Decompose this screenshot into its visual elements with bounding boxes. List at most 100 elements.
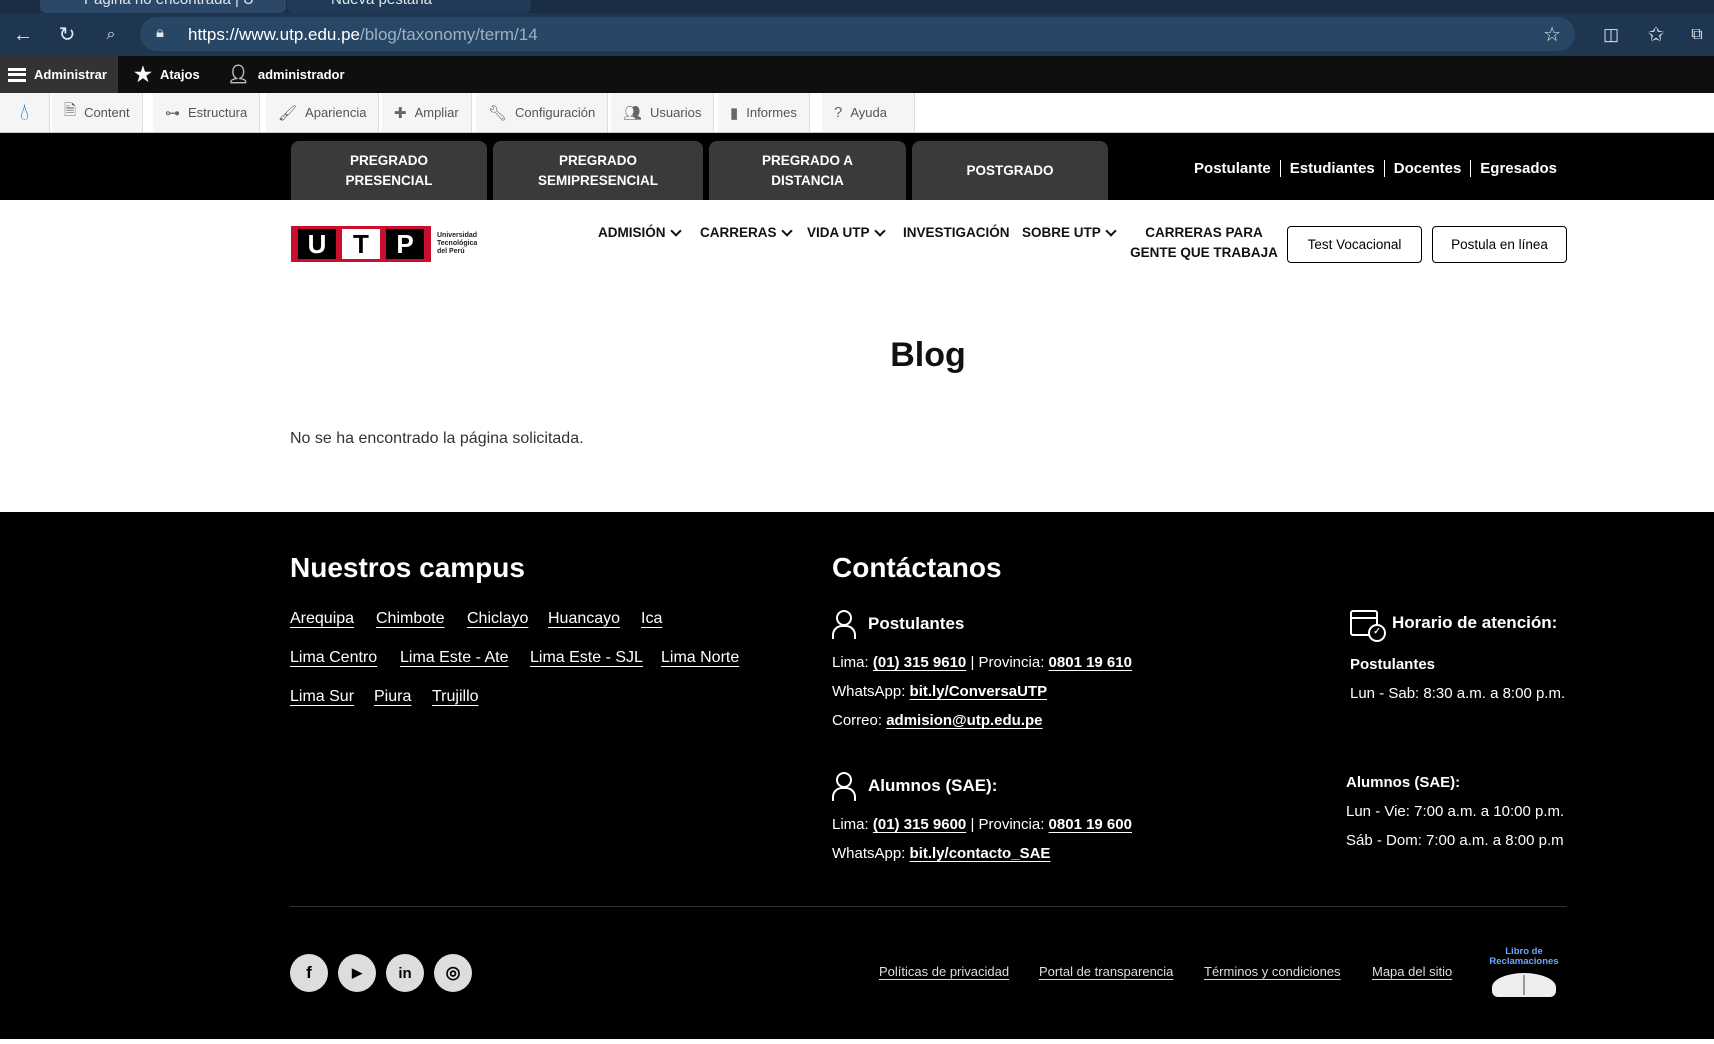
link-estudiantes[interactable]: Estudiantes xyxy=(1279,160,1384,177)
admin-menu-ampliar[interactable]: ✚ Ampliar xyxy=(382,93,472,132)
admin-menu-informes[interactable]: ▮ Informes xyxy=(718,93,810,132)
favorites-icon[interactable]: ✩ xyxy=(1642,21,1670,49)
phone-link[interactable]: (01) 315 9610 xyxy=(873,654,966,671)
url-text: https://www.utp.edu.pe/blog/taxonomy/ter… xyxy=(188,25,538,44)
phone-link[interactable]: 0801 19 610 xyxy=(1049,654,1132,671)
favorite-star-icon[interactable]: ☆ xyxy=(1543,22,1561,47)
horario-heading: Horario de atención: xyxy=(1350,610,1557,642)
link-postulante[interactable]: Postulante xyxy=(1185,160,1280,177)
campus-link[interactable]: Piura xyxy=(374,688,411,706)
chevron-down-icon xyxy=(669,224,682,237)
tab-pregrado-distancia[interactable]: PREGRADO A DISTANCIA xyxy=(709,141,906,200)
site-footer: Nuestros campus Arequipa Chimbote Chicla… xyxy=(0,512,1714,1039)
libro-reclamaciones-link[interactable]: Libro de Reclamaciones xyxy=(1484,947,1564,997)
admin-menu-usuarios[interactable]: 👥︎ Usuarios xyxy=(611,93,715,132)
admin-menu-label: Estructura xyxy=(188,105,248,120)
drupal-logo-icon[interactable]: 💧︎ xyxy=(0,93,50,132)
nav-investigacion[interactable]: INVESTIGACIÓN xyxy=(903,225,1010,240)
admin-menu-label: Ampliar xyxy=(414,105,459,120)
phone-link[interactable]: (01) 315 9600 xyxy=(873,816,966,833)
tab-line: PREGRADO xyxy=(558,152,637,168)
nav-label: SOBRE UTP xyxy=(1022,225,1101,240)
link-docentes[interactable]: Docentes xyxy=(1383,160,1471,177)
browser-tab-active[interactable]: Página no encontrada | U xyxy=(40,0,286,13)
campus-link[interactable]: Chimbote xyxy=(376,610,444,628)
postula-button[interactable]: Postula en línea xyxy=(1432,226,1567,263)
campus-link[interactable]: Lima Este - Ate xyxy=(400,649,509,667)
admin-user-button[interactable]: 👤︎ administrador xyxy=(219,56,353,93)
admin-menu-configuracion[interactable]: 🔧︎ Configuración xyxy=(476,93,609,132)
not-found-message: No se ha encontrado la página solicitada… xyxy=(290,430,584,447)
whatsapp-link[interactable]: bit.ly/contacto_SAE xyxy=(910,845,1051,862)
tab-pregrado-semipresencial[interactable]: PREGRADO SEMIPRESENCIAL xyxy=(493,141,703,200)
test-vocacional-button[interactable]: Test Vocacional xyxy=(1287,226,1422,263)
reload-icon[interactable]: ↻ xyxy=(53,21,81,49)
phone-link[interactable]: 0801 19 600 xyxy=(1049,816,1132,833)
whatsapp-link[interactable]: bit.ly/ConversaUTP xyxy=(910,683,1048,700)
horario-postulantes-title: Postulantes xyxy=(1350,656,1436,673)
admin-menu-ayuda[interactable]: ? Ayuda xyxy=(822,93,915,132)
nav-carreras[interactable]: CARRERAS xyxy=(700,224,793,240)
admin-menu-content[interactable]: 🗎︎ Content xyxy=(52,93,143,132)
link-egresados[interactable]: Egresados xyxy=(1470,160,1566,177)
admin-menu-estructura[interactable]: ⊶ Estructura xyxy=(153,93,261,132)
campus-link[interactable]: Lima Norte xyxy=(661,649,739,667)
tab-line: PREGRADO xyxy=(349,152,428,168)
campus-link[interactable]: Lima Centro xyxy=(290,649,377,667)
admin-menu-apariencia[interactable]: 🖌︎ Apariencia xyxy=(266,93,380,132)
nav-vida-utp[interactable]: VIDA UTP xyxy=(807,224,886,240)
alumnos-phones: Lima: (01) 315 9600 | Provincia: 0801 19… xyxy=(832,816,1132,833)
puzzle-icon: ✚ xyxy=(394,104,407,122)
sitemap-link[interactable]: Mapa del sitio xyxy=(1372,964,1452,979)
campus-link[interactable]: Chiclayo xyxy=(467,610,528,628)
nav-label: CARRERAS xyxy=(700,225,777,240)
logo-letter: T xyxy=(342,229,380,259)
bar-chart-icon: ▮ xyxy=(730,104,739,122)
admin-menu-label: Configuración xyxy=(515,105,596,120)
tab-postgrado[interactable]: POSTGRADO xyxy=(912,141,1108,200)
admin-menu-label: Content xyxy=(84,105,130,120)
admin-menu-label: Informes xyxy=(746,105,797,120)
browser-tab-strip: Página no encontrada | U Nueva pestaña xyxy=(0,0,1714,13)
terms-link[interactable]: Términos y condiciones xyxy=(1204,964,1341,979)
tab-label: Página no encontrada | U xyxy=(84,0,254,8)
campus-link[interactable]: Arequipa xyxy=(290,610,354,628)
campus-link[interactable]: Ica xyxy=(641,610,662,628)
transparency-link[interactable]: Portal de transparencia xyxy=(1039,964,1173,979)
split-screen-icon[interactable]: ◫ xyxy=(1597,21,1625,49)
campus-heading: Nuestros campus xyxy=(290,552,525,583)
chevron-down-icon xyxy=(873,224,886,237)
postulantes-phones: Lima: (01) 315 9610 | Provincia: 0801 19… xyxy=(832,654,1132,671)
instagram-icon[interactable]: ◎ xyxy=(434,954,472,992)
admin-shortcuts-button[interactable]: ★ Atajos xyxy=(126,56,208,93)
nav-sobre-utp[interactable]: SOBRE UTP xyxy=(1022,224,1117,240)
horario-alumnos-title: Alumnos (SAE): xyxy=(1346,774,1461,791)
utp-logo[interactable]: U T P Universidad Tecnológica del Perú xyxy=(291,226,477,262)
help-icon: ? xyxy=(834,104,843,121)
campus-link[interactable]: Lima Este - SJL xyxy=(530,649,643,667)
linkedin-icon[interactable]: in xyxy=(386,954,424,992)
collections-icon[interactable]: ⧉ xyxy=(1683,21,1711,49)
youtube-icon[interactable]: ▶ xyxy=(338,954,376,992)
sitemap-icon: ⊶ xyxy=(165,104,180,122)
campus-link[interactable]: Trujillo xyxy=(432,688,479,706)
nav-gente-que-trabaja[interactable]: CARRERAS PARA GENTE QUE TRABAJA xyxy=(1124,223,1284,263)
footer-divider xyxy=(290,906,1567,907)
admin-manage-button[interactable]: Administrar xyxy=(0,56,118,93)
campus-link[interactable]: Lima Sur xyxy=(290,688,354,706)
browser-tab[interactable]: Nueva pestaña xyxy=(287,0,531,13)
email-link[interactable]: admision@utp.edu.pe xyxy=(886,712,1042,729)
url-field[interactable]: 🔒︎ https://www.utp.edu.pe/blog/taxonomy/… xyxy=(140,17,1575,51)
search-icon[interactable]: ⌕ xyxy=(97,21,125,49)
horario-postulantes-hours: Lun - Sab: 8:30 a.m. a 8:00 p.m. xyxy=(1350,685,1566,702)
facebook-icon[interactable]: f xyxy=(290,954,328,992)
back-icon[interactable]: ← xyxy=(9,21,37,49)
admin-shortcuts-label: Atajos xyxy=(159,67,200,82)
contact-heading: Contáctanos xyxy=(832,552,1002,583)
calendar-icon xyxy=(1350,610,1386,642)
tab-pregrado-presencial[interactable]: PREGRADO PRESENCIAL xyxy=(291,141,487,200)
privacy-link[interactable]: Políticas de privacidad xyxy=(879,964,1009,979)
nav-admision[interactable]: ADMISIÓN xyxy=(598,224,682,240)
campus-link[interactable]: Huancayo xyxy=(548,610,620,628)
address-bar-row: ← ↻ ⌕ 🔒︎ https://www.utp.edu.pe/blog/tax… xyxy=(0,13,1714,56)
